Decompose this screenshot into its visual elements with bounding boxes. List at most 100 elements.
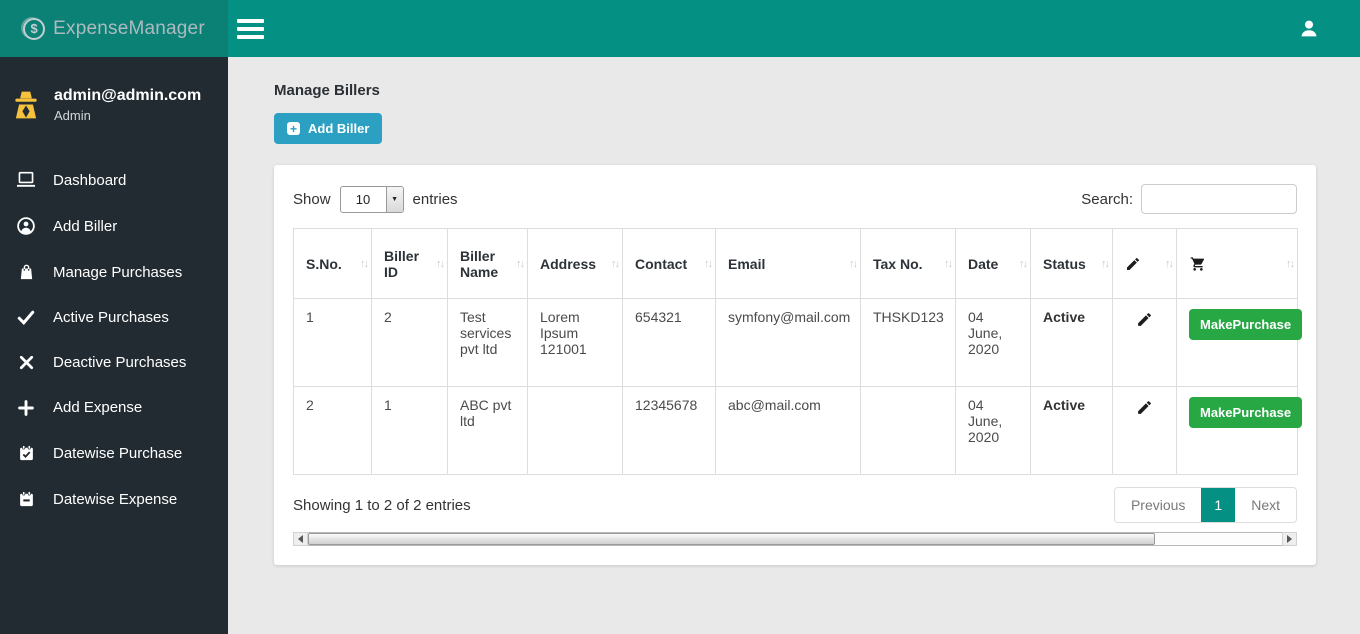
add-biller-button[interactable]: + Add Biller: [274, 113, 383, 144]
column-header-status[interactable]: Status ↑↓: [1030, 228, 1113, 299]
column-header-biller-name[interactable]: Biller Name ↑↓: [447, 228, 528, 299]
cell-email: abc@mail.com: [715, 386, 861, 475]
column-header-sno[interactable]: S.No. ↑↓: [293, 228, 372, 299]
column-header-purchase[interactable]: ↑↓: [1176, 228, 1298, 299]
plus-icon: [16, 399, 36, 416]
page-title: Manage Billers: [274, 82, 380, 99]
cell-date: 04 June, 2020: [955, 298, 1031, 387]
cell-biller-id: 2: [371, 298, 448, 387]
cell-contact: 654321: [622, 298, 716, 387]
x-icon: [16, 355, 36, 370]
person-circle-icon: [16, 217, 36, 235]
sidebar-item-add-expense[interactable]: Add Expense: [0, 385, 228, 430]
scrollbar-track[interactable]: [308, 532, 1282, 546]
sort-icon: ↑↓: [1165, 257, 1174, 270]
calendar-check-icon: [16, 444, 36, 462]
check-icon: [16, 310, 36, 325]
table-row: 2 1 ABC pvt ltd 12345678 abc@mail.com 04…: [293, 386, 1303, 475]
cell-tax-no: [860, 386, 956, 475]
sidebar-item-manage-purchases[interactable]: Manage Purchases: [0, 249, 228, 295]
table-info: Showing 1 to 2 of 2 entries: [293, 496, 471, 514]
column-header-contact[interactable]: Contact ↑↓: [622, 228, 716, 299]
search-label: Search:: [1081, 190, 1133, 208]
page-length-select[interactable]: 10 ▼: [339, 185, 404, 213]
cell-biller-name: Test services pvt ltd: [447, 298, 528, 387]
cell-sno: 2: [293, 386, 372, 475]
user-role: Admin: [54, 108, 91, 123]
sidebar-item-label: Active Purchases: [53, 309, 169, 326]
sort-icon: ↑↓: [704, 257, 713, 270]
edit-button[interactable]: [1134, 397, 1155, 418]
hamburger-menu-icon[interactable]: [237, 18, 264, 39]
coin-logo-icon: $: [23, 17, 46, 40]
page-number-button[interactable]: 1: [1201, 488, 1236, 522]
sort-icon: ↑↓: [360, 257, 369, 270]
plus-square-icon: +: [287, 122, 300, 135]
sidebar-item-label: Add Biller: [53, 217, 118, 235]
sidebar-item-label: Manage Purchases: [53, 263, 183, 281]
previous-page-button[interactable]: Previous: [1114, 488, 1202, 522]
column-header-tax-no[interactable]: Tax No. ↑↓: [860, 228, 956, 299]
page-length-value: 10: [355, 191, 371, 207]
edit-button[interactable]: [1134, 309, 1155, 330]
sidebar-item-label: Deactive Purchases: [53, 354, 187, 371]
brand-header[interactable]: $ ExpenseManager: [0, 0, 228, 57]
sidebar-item-dashboard[interactable]: Dashboard: [0, 157, 228, 203]
pagination: Previous 1 Next: [1113, 487, 1297, 523]
table-row: 1 2 Test services pvt ltd Lorem Ipsum 12…: [293, 298, 1303, 387]
sort-icon: ↑↓: [1019, 257, 1028, 270]
scroll-right-arrow-icon[interactable]: [1282, 532, 1297, 546]
sidebar-item-datewise-purchase[interactable]: Datewise Purchase: [0, 430, 228, 476]
next-page-button[interactable]: Next: [1235, 488, 1296, 522]
user-email: admin@admin.com: [54, 87, 202, 104]
sort-icon: ↑↓: [849, 257, 858, 270]
make-purchase-button[interactable]: MakePurchase: [1189, 397, 1303, 428]
sidebar-item-label: Datewise Expense: [53, 490, 178, 508]
cell-sno: 1: [293, 298, 372, 387]
cell-date: 04 June, 2020: [955, 386, 1031, 475]
column-header-address[interactable]: Address ↑↓: [527, 228, 623, 299]
scrollbar-thumb[interactable]: [308, 533, 1156, 545]
sort-icon: ↑↓: [1101, 257, 1110, 270]
scroll-left-arrow-icon[interactable]: [293, 532, 308, 546]
sidebar: $ ExpenseManager admin@admin.com Admin D…: [0, 0, 228, 634]
horizontal-scrollbar[interactable]: [293, 532, 1297, 546]
cell-biller-name: ABC pvt ltd: [447, 386, 528, 475]
search-input[interactable]: [1141, 184, 1297, 214]
laptop-icon: [16, 171, 36, 189]
sidebar-item-datewise-expense[interactable]: Datewise Expense: [0, 476, 228, 522]
entries-label: entries: [412, 190, 458, 208]
cell-contact: 12345678: [622, 386, 716, 475]
brand-name: ExpenseManager: [53, 17, 205, 39]
sort-icon: ↑↓: [944, 257, 953, 270]
sort-icon: ↑↓: [611, 257, 620, 270]
column-header-date[interactable]: Date ↑↓: [955, 228, 1031, 299]
sidebar-item-active-purchases[interactable]: Active Purchases: [0, 295, 228, 340]
cart-icon: [1190, 256, 1204, 271]
sort-icon: ↑↓: [516, 257, 525, 270]
sidebar-menu: Dashboard Add Biller Manage Purchases Ac…: [0, 149, 228, 522]
status-badge: Active: [1030, 386, 1113, 475]
cell-address: [527, 386, 623, 475]
topbar-user-icon[interactable]: [1298, 18, 1320, 40]
make-purchase-button[interactable]: MakePurchase: [1189, 309, 1303, 340]
column-header-biller-id[interactable]: Biller ID ↑↓: [371, 228, 448, 299]
pencil-icon: [1138, 313, 1151, 326]
spy-user-icon: [10, 89, 42, 121]
column-header-edit[interactable]: ↑↓: [1112, 228, 1177, 299]
column-header-email[interactable]: Email ↑↓: [715, 228, 861, 299]
sort-icon: ↑↓: [1286, 257, 1295, 270]
sidebar-item-label: Dashboard: [53, 171, 127, 189]
cell-biller-id: 1: [371, 386, 448, 475]
topbar: [228, 0, 1360, 57]
sidebar-item-deactive-purchases[interactable]: Deactive Purchases: [0, 340, 228, 385]
cell-address: Lorem Ipsum 121001: [527, 298, 623, 387]
cell-email: symfony@mail.com: [715, 298, 861, 387]
pencil-icon: [1127, 257, 1140, 270]
show-label: Show: [293, 190, 331, 208]
cell-tax-no: THSKD123: [860, 298, 956, 387]
billers-table: S.No. ↑↓ Biller ID ↑↓ Biller Name ↑↓ Addres…: [293, 228, 1303, 475]
sidebar-item-add-biller[interactable]: Add Biller: [0, 203, 228, 249]
table-controls: Show 10 ▼ entries Search:: [293, 184, 1297, 214]
user-panel: admin@admin.com Admin: [0, 57, 228, 149]
